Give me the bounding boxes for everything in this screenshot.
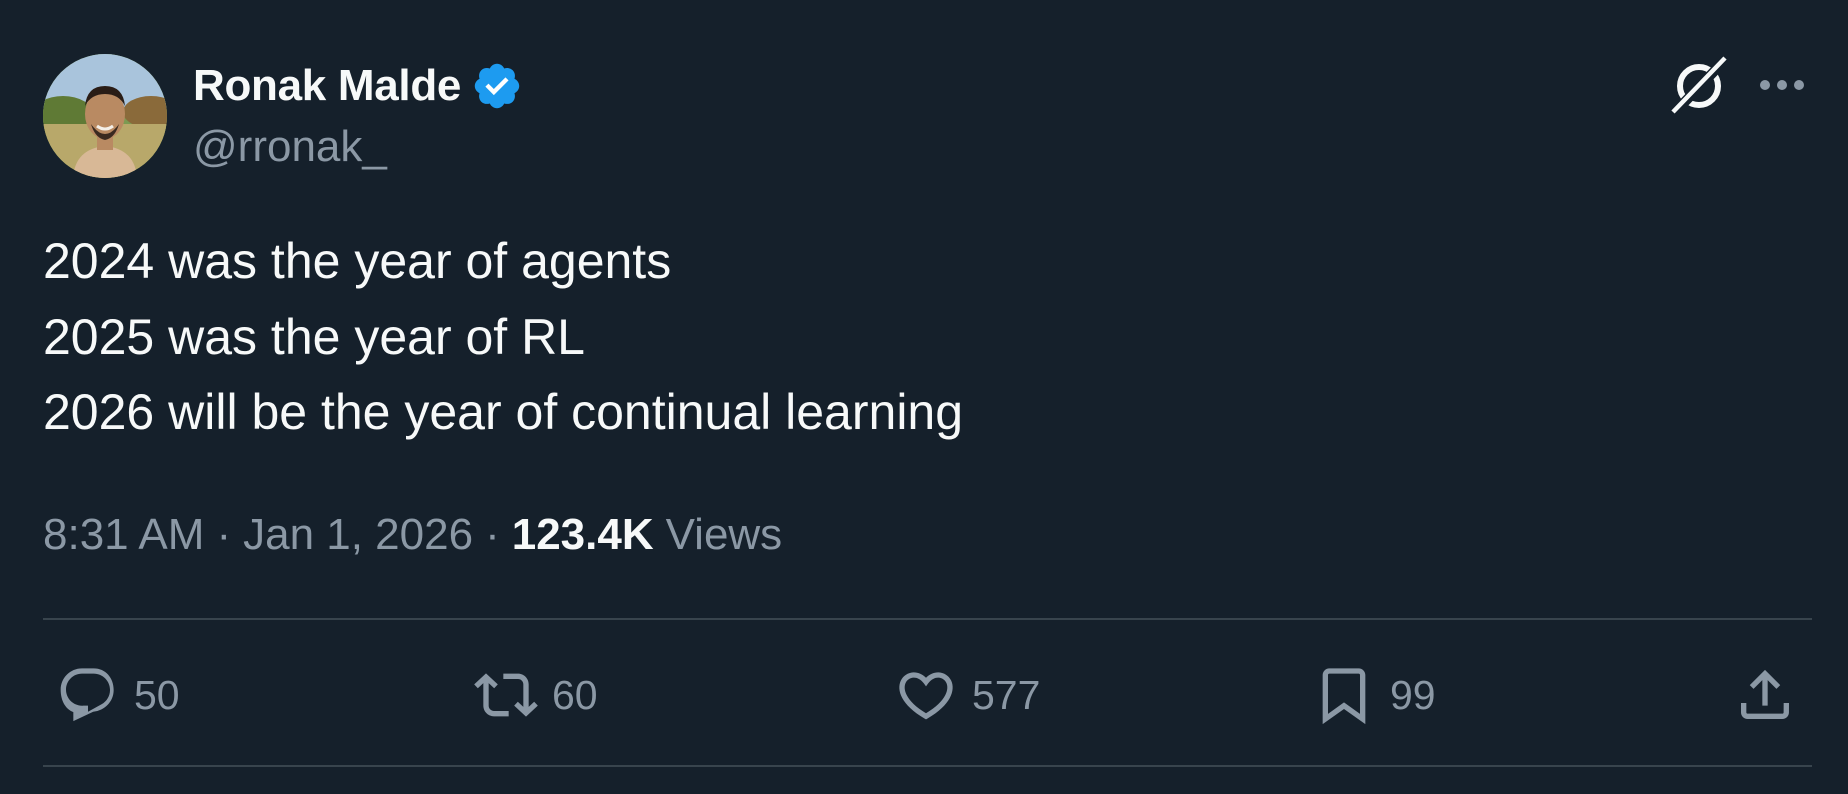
more-icon: [1760, 80, 1804, 90]
reply-count: 50: [134, 671, 180, 718]
author-display-name[interactable]: Ronak Malde: [193, 61, 461, 111]
bookmark-button[interactable]: 99: [1312, 655, 1436, 735]
tweet-meta: 8:31 AM · Jan 1, 2026 · 123.4K Views: [43, 505, 782, 565]
retweet-button[interactable]: 60: [474, 655, 598, 735]
tweet-line: 2026 will be the year of continual learn…: [43, 384, 964, 440]
tweet-card: Ronak Malde @rronak_ 2024 was the year o…: [0, 0, 1848, 794]
divider: [43, 765, 1812, 767]
meta-separator: ·: [216, 510, 232, 559]
tweet-line: 2025 was the year of RL: [43, 308, 585, 365]
meta-separator: ·: [485, 510, 500, 559]
views-count[interactable]: 123.4K: [512, 510, 654, 560]
divider: [43, 618, 1812, 620]
retweet-icon: [474, 673, 538, 717]
more-options-button[interactable]: [1752, 60, 1812, 110]
grok-icon: [1671, 56, 1729, 116]
author-handle[interactable]: @rronak_: [193, 122, 387, 172]
like-button[interactable]: 577: [894, 655, 1040, 735]
like-count: 577: [972, 671, 1041, 718]
avatar[interactable]: [43, 54, 167, 178]
bookmark-count: 99: [1390, 671, 1436, 718]
tweet-time[interactable]: 8:31 AM: [43, 510, 204, 560]
views-label[interactable]: Views: [666, 510, 783, 560]
share-button[interactable]: [1733, 655, 1797, 735]
reply-button[interactable]: 50: [56, 655, 180, 735]
heart-icon: [899, 672, 953, 720]
reply-icon: [60, 668, 114, 722]
tweet-text: 2024 was the year of agents 2025 was the…: [43, 224, 1803, 451]
verified-badge-icon[interactable]: [471, 60, 523, 112]
author-name-row: Ronak Malde: [193, 58, 523, 114]
avatar-image: [43, 54, 167, 178]
share-icon: [1741, 669, 1789, 719]
tweet-date[interactable]: Jan 1, 2026: [243, 510, 473, 560]
grok-button[interactable]: [1667, 54, 1731, 118]
tweet-line: 2024 was the year of agents: [43, 233, 672, 289]
retweet-count: 60: [552, 671, 598, 718]
action-bar: 50 60 577 99: [43, 655, 1812, 735]
bookmark-icon: [1322, 668, 1366, 725]
